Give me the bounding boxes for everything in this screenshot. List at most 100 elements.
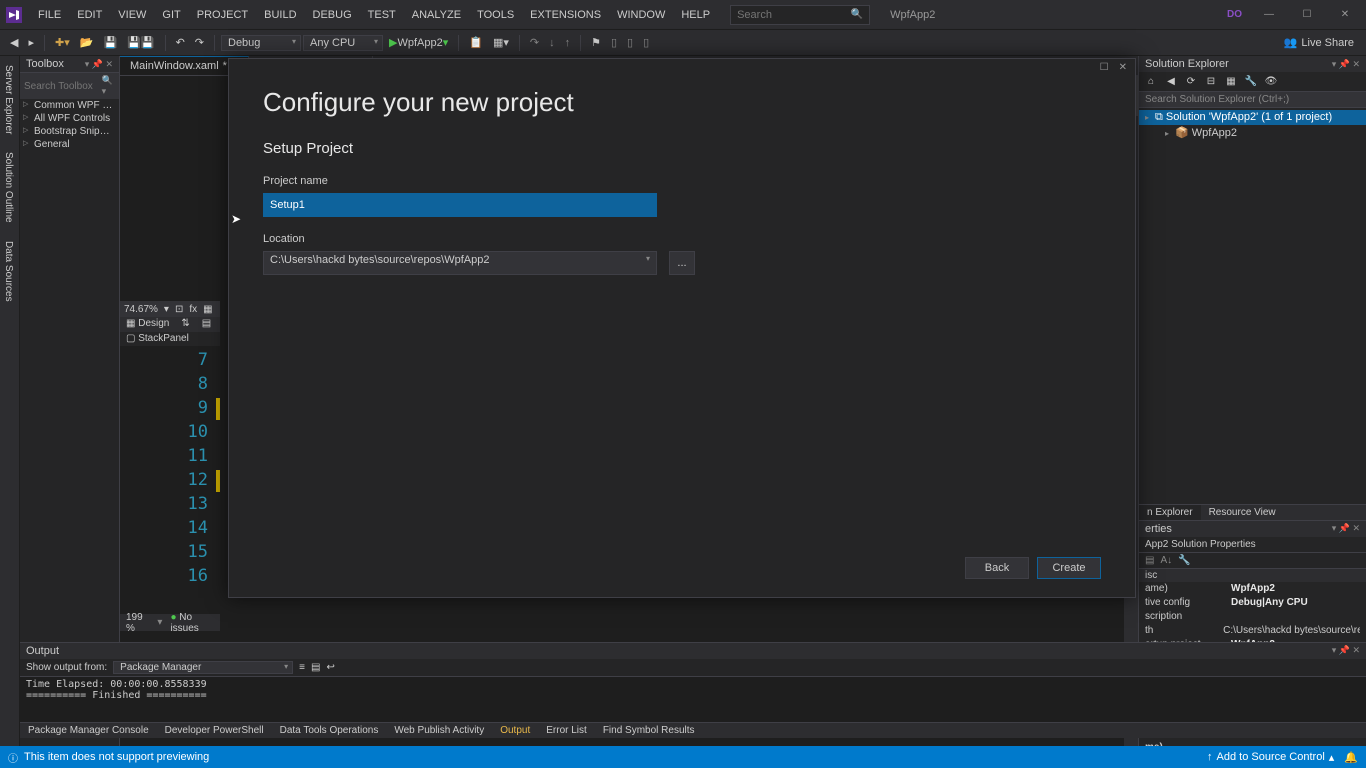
platform-dropdown[interactable]: Any CPU xyxy=(303,35,383,51)
menu-build[interactable]: BUILD xyxy=(256,5,304,25)
toggle-icon[interactable]: ▤ xyxy=(311,662,320,673)
project-node[interactable]: ▸📦 WpfApp2 xyxy=(1139,125,1366,140)
toolbox-search[interactable]: 🔍▾ xyxy=(20,73,119,99)
toolbox-search-input[interactable] xyxy=(24,81,102,92)
toolbar-icon-c[interactable]: ▯ xyxy=(607,34,621,51)
user-badge[interactable]: DO xyxy=(1223,7,1246,22)
zoom-dropdown-icon[interactable]: ▾ xyxy=(164,304,169,315)
step-over-icon[interactable]: ↷ xyxy=(526,34,543,51)
maximize-button[interactable]: ☐ xyxy=(1292,3,1322,27)
prop-row-name[interactable]: ame)WpfApp2 xyxy=(1139,582,1366,596)
save-all-icon[interactable]: 💾💾 xyxy=(123,34,158,51)
back-button[interactable]: Back xyxy=(965,557,1029,579)
breadcrumb-element[interactable]: ▢ StackPanel xyxy=(120,332,220,346)
menu-git[interactable]: GIT xyxy=(154,5,188,25)
nav-fwd-icon[interactable]: ▸ xyxy=(24,34,38,51)
properties-icon[interactable]: 🔧 xyxy=(1243,74,1259,90)
tab-web-publish[interactable]: Web Publish Activity xyxy=(386,723,492,738)
notifications-icon[interactable]: 🔔 xyxy=(1344,751,1358,764)
close-icon[interactable]: ✕ xyxy=(1119,62,1127,73)
prop-row-active-config[interactable]: tive configDebug|Any CPU xyxy=(1139,596,1366,610)
nav-back-icon[interactable]: ◀ xyxy=(6,34,22,51)
wrap-icon[interactable]: ↩ xyxy=(326,662,334,673)
close-button[interactable]: ✕ xyxy=(1330,3,1360,27)
global-search[interactable]: 🔍 xyxy=(730,5,870,25)
toolbar-icon-a[interactable]: 📋 xyxy=(465,34,487,51)
menu-edit[interactable]: EDIT xyxy=(69,5,110,25)
menu-analyze[interactable]: ANALYZE xyxy=(404,5,469,25)
location-combo[interactable]: C:\Users\hackd bytes\source\repos\WpfApp… xyxy=(263,251,657,275)
alpha-sort-icon[interactable]: A↓ xyxy=(1160,555,1172,566)
menu-extensions[interactable]: EXTENSIONS xyxy=(522,5,609,25)
collapse-icon[interactable]: ⊟ xyxy=(1203,74,1219,90)
browse-button[interactable]: ... xyxy=(669,251,695,275)
properties-subject[interactable]: App2 Solution Properties xyxy=(1139,537,1366,553)
menu-test[interactable]: TEST xyxy=(360,5,404,25)
tab-find-symbol[interactable]: Find Symbol Results xyxy=(595,723,703,738)
show-all-icon[interactable]: ▦ xyxy=(1223,74,1239,90)
new-item-icon[interactable]: ✚▾ xyxy=(51,34,74,51)
toolbox-item[interactable]: General xyxy=(20,138,119,151)
toolbar-icon-d[interactable]: ▯ xyxy=(623,34,637,51)
tab-resource-view[interactable]: Resource View xyxy=(1201,505,1284,520)
tab-dev-powershell[interactable]: Developer PowerShell xyxy=(157,723,272,738)
clear-icon[interactable]: ≡ xyxy=(299,662,305,673)
tab-error-list[interactable]: Error List xyxy=(538,723,595,738)
menu-view[interactable]: VIEW xyxy=(110,5,154,25)
flag-icon[interactable]: ⚑ xyxy=(587,34,605,51)
minimize-button[interactable]: — xyxy=(1254,3,1284,27)
properties-category[interactable]: isc xyxy=(1139,569,1366,582)
add-to-source-control[interactable]: ↑ Add to Source Control ▴ xyxy=(1207,751,1334,764)
redo-icon[interactable]: ↷ xyxy=(191,34,208,51)
no-issues-badge[interactable]: ● No issues xyxy=(170,612,214,634)
undo-icon[interactable]: ↶ xyxy=(172,34,189,51)
tab-data-tools[interactable]: Data Tools Operations xyxy=(272,723,387,738)
menu-project[interactable]: PROJECT xyxy=(189,5,256,25)
xaml-tab[interactable]: ▤ xyxy=(196,317,217,332)
step-into-icon[interactable]: ↓ xyxy=(545,35,559,51)
save-icon[interactable]: 💾 xyxy=(99,34,121,51)
categorize-icon[interactable]: ▤ xyxy=(1145,555,1154,566)
solution-search[interactable]: Search Solution Explorer (Ctrl+;) xyxy=(1139,92,1366,108)
project-name-input[interactable] xyxy=(263,193,657,217)
back-icon[interactable]: ◀ xyxy=(1163,74,1179,90)
tab-solution-explorer[interactable]: n Explorer xyxy=(1139,505,1201,520)
swap-icon[interactable]: ⇅ xyxy=(175,317,195,332)
output-body[interactable]: Time Elapsed: 00:00:00.8558339 =========… xyxy=(20,677,1366,722)
editor-zoom[interactable]: 199 % xyxy=(126,612,149,634)
menu-tools[interactable]: TOOLS xyxy=(469,5,522,25)
wrench-icon[interactable]: 🔧 xyxy=(1178,555,1190,566)
preview-icon[interactable]: 👁 xyxy=(1263,74,1279,90)
grid-icon[interactable]: ▦ xyxy=(203,304,212,315)
step-out-icon[interactable]: ↑ xyxy=(561,35,575,51)
toolbar-icon-e[interactable]: ▯ xyxy=(639,34,653,51)
fx-icon[interactable]: fx xyxy=(189,304,197,315)
toolbox-item[interactable]: All WPF Controls xyxy=(20,112,119,125)
fit-icon[interactable]: ⊡ xyxy=(175,304,183,315)
tab-output[interactable]: Output xyxy=(492,723,538,738)
tab-pm-console[interactable]: Package Manager Console xyxy=(20,723,157,738)
menu-help[interactable]: HELP xyxy=(673,5,718,25)
create-button[interactable]: Create xyxy=(1037,557,1101,579)
menu-window[interactable]: WINDOW xyxy=(609,5,673,25)
menu-file[interactable]: FILE xyxy=(30,5,69,25)
zoom-value[interactable]: 74.67% xyxy=(124,304,158,315)
rail-server-explorer[interactable]: Server Explorer xyxy=(0,56,19,143)
rail-solution-outline[interactable]: Solution Outline xyxy=(0,143,19,232)
output-source-combo[interactable]: Package Manager xyxy=(113,661,293,674)
home-icon[interactable]: ⌂ xyxy=(1143,74,1159,90)
maximize-icon[interactable]: ☐ xyxy=(1100,62,1109,73)
prop-row-description[interactable]: scription xyxy=(1139,610,1366,624)
toolbox-item[interactable]: Bootstrap Snippets xyxy=(20,125,119,138)
prop-row-path[interactable]: thC:\Users\hackd bytes\source\repo xyxy=(1139,624,1366,638)
rail-data-sources[interactable]: Data Sources xyxy=(0,232,19,311)
global-search-input[interactable] xyxy=(737,9,851,21)
start-debug-button[interactable]: ▶ WpfApp2 ▾ xyxy=(385,34,452,51)
solution-root-node[interactable]: ▸⧉ Solution 'WpfApp2' (1 of 1 project) xyxy=(1139,110,1366,125)
config-dropdown[interactable]: Debug xyxy=(221,35,301,51)
sync-icon[interactable]: ⟳ xyxy=(1183,74,1199,90)
live-share-button[interactable]: 👥Live Share xyxy=(1278,34,1360,51)
toolbox-item[interactable]: Common WPF Cont... xyxy=(20,99,119,112)
design-tab[interactable]: ▦ Design xyxy=(120,317,175,332)
toolbar-icon-b[interactable]: ▦▾ xyxy=(489,34,513,51)
